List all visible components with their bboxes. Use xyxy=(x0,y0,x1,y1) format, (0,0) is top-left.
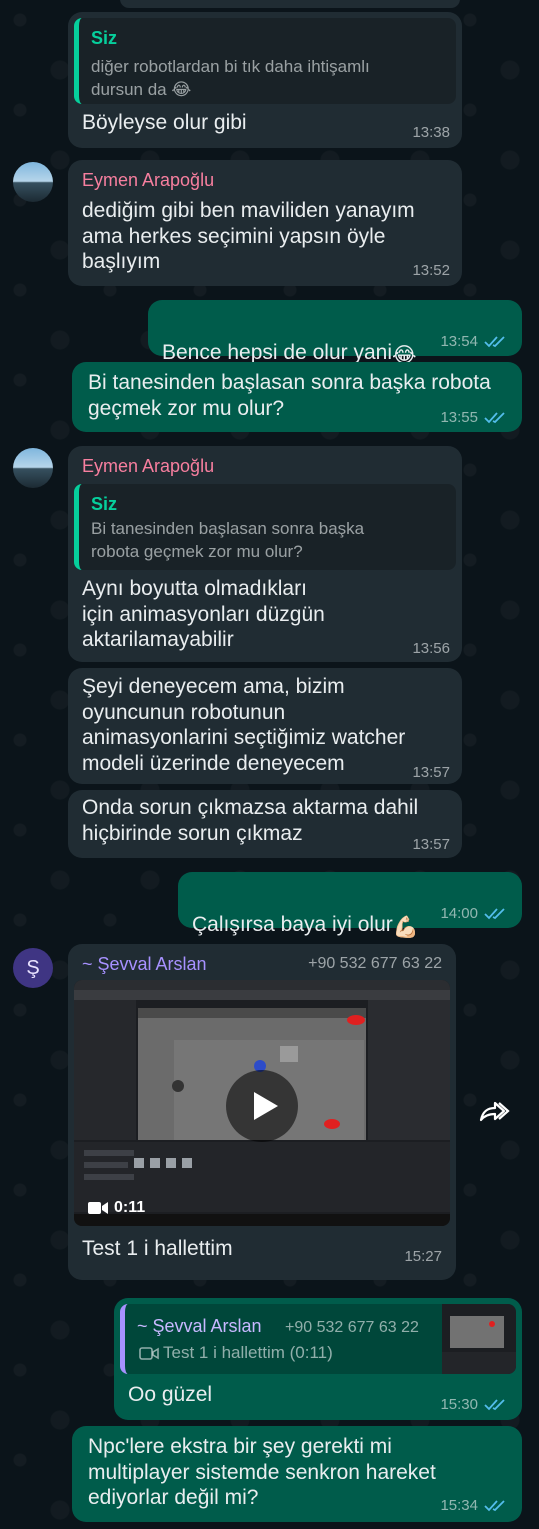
avatar-eymen[interactable] xyxy=(13,448,53,488)
message-text-body: Bence hepsi de olur yani xyxy=(162,340,392,364)
message-time: 14:00 xyxy=(440,905,478,922)
quoted-message[interactable]: Siz Bi tanesinden başlasan sonra başka r… xyxy=(74,484,456,570)
message-text: dediğim gibi ben maviliden yanayım ama h… xyxy=(82,199,415,273)
message-text: Onda sorun çıkmazsa aktarma dahil hiçbir… xyxy=(82,796,419,845)
message-text-body: Çalışırsa baya iyi olur xyxy=(192,912,393,936)
message-time: 13:38 xyxy=(412,124,450,141)
quoted-message[interactable]: ~ Şevval Arslan +90 532 677 63 22 Test 1… xyxy=(120,1304,516,1374)
message-text: Test 1 i hallettim xyxy=(82,1237,233,1260)
message-text: Bence hepsi de olur yani😂 xyxy=(162,314,417,368)
message-text: Bi tanesinden başlasan sonra başka robot… xyxy=(88,371,491,420)
message-bubble-incoming[interactable]: ~ Şevval Arslan +90 532 677 63 22 0:11 T… xyxy=(68,944,456,1280)
message-time: 13:52 xyxy=(412,262,450,279)
sender-name[interactable]: Eymen Arapoğlu xyxy=(82,170,214,191)
message-bubble-incoming[interactable]: Eymen Arapoğlu dediğim gibi ben mavilide… xyxy=(68,160,462,286)
forward-icon xyxy=(479,1101,510,1122)
video-camera-icon xyxy=(88,1202,108,1214)
emoji: 💪🏻 xyxy=(392,915,419,939)
video-thumbnail[interactable]: 0:11 xyxy=(74,980,450,1226)
message-time: 13:56 xyxy=(412,640,450,657)
message-time: 13:57 xyxy=(412,836,450,853)
sender-name[interactable]: ~ Şevval Arslan xyxy=(82,954,207,975)
sender-name[interactable]: Eymen Arapoğlu xyxy=(82,456,214,477)
avatar-sevval[interactable]: Ş xyxy=(13,948,53,988)
quoted-sender-phone: +90 532 677 63 22 xyxy=(285,1319,419,1336)
quoted-text: Test 1 i hallettim (0:11) xyxy=(163,1343,333,1362)
message-text: Çalışırsa baya iyi olur💪🏻 xyxy=(192,886,419,940)
message-bubble-incoming[interactable]: Onda sorun çıkmazsa aktarma dahil hiçbir… xyxy=(68,790,462,858)
play-icon[interactable] xyxy=(226,1070,298,1142)
quoted-sender-name: ~ Şevval Arslan xyxy=(137,1316,262,1336)
message-bubble-outgoing[interactable]: Bi tanesinden başlasan sonra başka robot… xyxy=(72,362,522,432)
message-bubble-incoming[interactable]: Siz diğer robotlardan bi tık daha ihtişa… xyxy=(68,12,462,148)
message-time: 15:27 xyxy=(404,1248,442,1265)
message-bubble-partial[interactable] xyxy=(120,0,460,8)
message-bubble-outgoing[interactable]: Çalışırsa baya iyi olur💪🏻 14:00 xyxy=(178,872,522,939)
message-text: Şeyi deneyecem ama, bizim oyuncunun robo… xyxy=(82,675,406,775)
video-camera-icon xyxy=(139,1347,159,1360)
message-time: 15:30 xyxy=(440,1396,478,1413)
video-duration: 0:11 xyxy=(114,1199,146,1216)
message-bubble-outgoing[interactable]: Bence hepsi de olur yani😂 13:54 xyxy=(148,300,522,367)
message-time: 15:34 xyxy=(440,1497,478,1514)
message-text: Böyleyse olur gibi xyxy=(82,111,247,134)
forward-button[interactable] xyxy=(473,1092,513,1132)
quoted-message[interactable]: Siz diğer robotlardan bi tık daha ihtişa… xyxy=(74,18,456,104)
double-check-icon xyxy=(484,1399,505,1411)
message-time: 13:55 xyxy=(440,409,478,426)
quoted-video-thumbnail xyxy=(442,1304,516,1374)
sender-phone: +90 532 677 63 22 xyxy=(308,955,442,972)
double-check-icon xyxy=(484,908,505,920)
quoted-sender-name: Siz xyxy=(91,28,118,48)
double-check-icon xyxy=(484,1500,505,1512)
quoted-sender-name: Siz xyxy=(91,494,118,514)
double-check-icon xyxy=(484,412,505,424)
message-bubble-outgoing[interactable]: Npc'lere ekstra bir şey gerekti mi multi… xyxy=(72,1426,522,1522)
message-time: 13:54 xyxy=(440,333,478,350)
message-bubble-outgoing[interactable]: ~ Şevval Arslan +90 532 677 63 22 Test 1… xyxy=(114,1298,522,1420)
quoted-text: diğer robotlardan bi tık daha ihtişamlı … xyxy=(91,57,370,99)
message-text: Oo güzel xyxy=(128,1383,213,1406)
message-text: Aynı boyutta olmadıkları için animasyonl… xyxy=(82,577,325,651)
message-text: Npc'lere ekstra bir şey gerekti mi multi… xyxy=(88,1435,436,1509)
quoted-text: Bi tanesinden başlasan sonra başka robot… xyxy=(91,519,365,561)
message-time: 13:57 xyxy=(412,764,450,781)
double-check-icon xyxy=(484,336,505,348)
message-bubble-incoming[interactable]: Şeyi deneyecem ama, bizim oyuncunun robo… xyxy=(68,668,462,784)
avatar-eymen[interactable] xyxy=(13,162,53,202)
message-bubble-incoming[interactable]: Eymen Arapoğlu Siz Bi tanesinden başlasa… xyxy=(68,446,462,662)
